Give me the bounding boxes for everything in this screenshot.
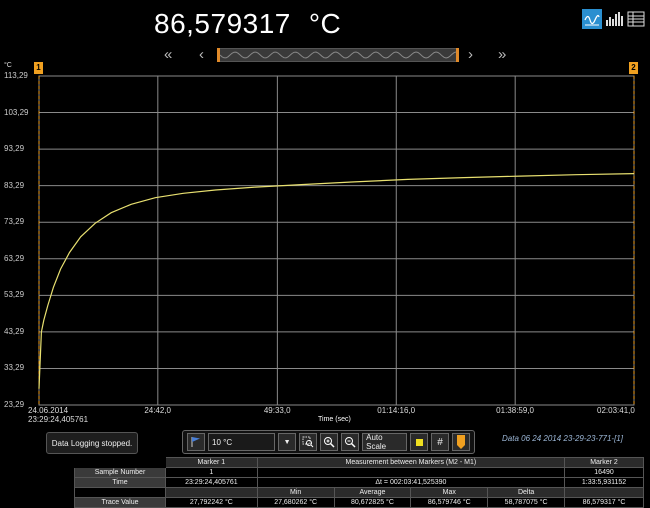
reading-value: 86,579317: [154, 8, 291, 39]
zoom-out-button[interactable]: [341, 433, 360, 451]
time-delta: Δt = 002:03:41,525390: [256, 477, 566, 488]
y-tick-label: 83,29: [4, 180, 25, 190]
row-label-time: Time: [74, 477, 166, 488]
trace-average: 80,672825 °C: [333, 497, 412, 508]
marker-icon: [457, 435, 465, 449]
row-label-trace: Trace Value: [74, 497, 166, 508]
scale-select-value: 10 °C: [212, 437, 233, 447]
bar-chart-icon[interactable]: [604, 9, 624, 29]
time-m2: 1:33:5,931152: [564, 477, 644, 488]
y-tick-label: 53,29: [4, 290, 25, 300]
y-tick-label: 23,29: [4, 400, 25, 409]
col-marker-2: Marker 2: [564, 457, 644, 468]
data-file-name: Data 06 24 2014 23-29-23-771-[1]: [502, 434, 623, 443]
stat-header-delta: Delta: [487, 487, 566, 498]
trace-min: 27,680262 °C: [256, 497, 335, 508]
stat-header-blank: [74, 487, 166, 498]
y-tick-label: 63,29: [4, 253, 25, 263]
stat-header-max: Max: [410, 487, 489, 498]
x-tick-label: 02:03:41,0: [597, 406, 635, 415]
marker-2-flag[interactable]: 2: [629, 62, 638, 74]
x-tick-label: 01:14:16,0: [377, 406, 416, 415]
trace-m1: 27,792242 °C: [165, 497, 258, 508]
table-icon[interactable]: [626, 9, 646, 29]
x-tick-label: 24.06.2014: [28, 406, 69, 415]
scale-select[interactable]: 10 °C: [208, 433, 276, 451]
trace-max: 86,579746 °C: [410, 497, 489, 508]
auto-scale-button[interactable]: Auto Scale: [362, 433, 407, 451]
table-row: Trace Value 27,792242 °C 27,680262 °C 80…: [74, 497, 644, 508]
plot-area: [38, 75, 635, 406]
sample-between: [256, 467, 566, 478]
y-tick-label: 33,29: [4, 363, 25, 373]
flag-marker-button[interactable]: [187, 433, 205, 451]
chart-toolbar: 10 °C ▼ Auto Scale #: [182, 430, 475, 454]
logging-status: Data Logging stopped.: [46, 432, 138, 454]
zoom-in-button[interactable]: [320, 433, 339, 451]
marker-1-flag[interactable]: 1: [34, 62, 43, 74]
stat-header-blank-m2: [564, 487, 644, 498]
flag-icon: [191, 437, 200, 447]
view-switcher: [582, 9, 646, 29]
x-tick-label-secondary: 23:29:24,405761: [28, 415, 89, 424]
chart-svg: [38, 75, 635, 406]
row-label-sample: Sample Number: [74, 467, 166, 478]
marker-measurement-table: Marker 1 Measurement between Markers (M2…: [74, 457, 644, 508]
y-tick-label: 113,29: [4, 71, 28, 80]
trace-color-button[interactable]: [410, 433, 428, 451]
reading-unit: °C: [308, 8, 342, 39]
table-corner: [74, 457, 166, 468]
current-reading: 86,579317 °C: [154, 8, 341, 40]
col-measurement: Measurement between Markers (M2 - M1): [256, 457, 566, 468]
sample-m2: 16490: [564, 467, 644, 478]
zoom-in-icon: [324, 437, 335, 448]
y-tick-label: 43,29: [4, 326, 25, 336]
table-row: Sample Number 1 16490: [74, 467, 644, 478]
stat-header-blank-m1: [165, 487, 258, 498]
scale-dropdown-button[interactable]: ▼: [278, 433, 297, 451]
y-tick-label: 93,29: [4, 144, 25, 154]
y-tick-label: 103,29: [4, 107, 29, 117]
y-tick-label: 73,29: [4, 217, 25, 227]
stat-header-min: Min: [256, 487, 335, 498]
line-chart-icon[interactable]: [582, 9, 602, 29]
stat-header-average: Average: [333, 487, 412, 498]
x-tick-label: 24:42,0: [144, 406, 172, 415]
x-tick-label: 01:38:59,0: [496, 406, 534, 415]
marker-tool-button[interactable]: [452, 433, 470, 451]
chevron-down-icon: ▼: [283, 438, 291, 446]
x-axis-label: Time (sec): [318, 416, 351, 423]
trace-delta: 58,787075 °C: [487, 497, 566, 508]
time-m1: 23:29:24,405761: [165, 477, 258, 488]
y-axis-label: °C: [4, 62, 12, 69]
trace-m2: 86,579317 °C: [564, 497, 644, 508]
color-swatch-icon: [415, 438, 423, 446]
x-tick-label: 49:33,0: [263, 406, 291, 415]
zoom-region-icon: [302, 436, 314, 448]
zoom-out-icon: [345, 437, 356, 448]
sample-m1: 1: [165, 467, 258, 478]
col-marker-1: Marker 1: [165, 457, 258, 468]
table-row: Time 23:29:24,405761 Δt = 002:03:41,5253…: [74, 477, 644, 488]
zoom-region-button[interactable]: [299, 433, 318, 451]
grid-toggle-button[interactable]: #: [431, 433, 449, 451]
trace-chart: °C 113,29 103,29 93,29 83,29 73,29 63,29 53,29…: [0, 58, 650, 428]
